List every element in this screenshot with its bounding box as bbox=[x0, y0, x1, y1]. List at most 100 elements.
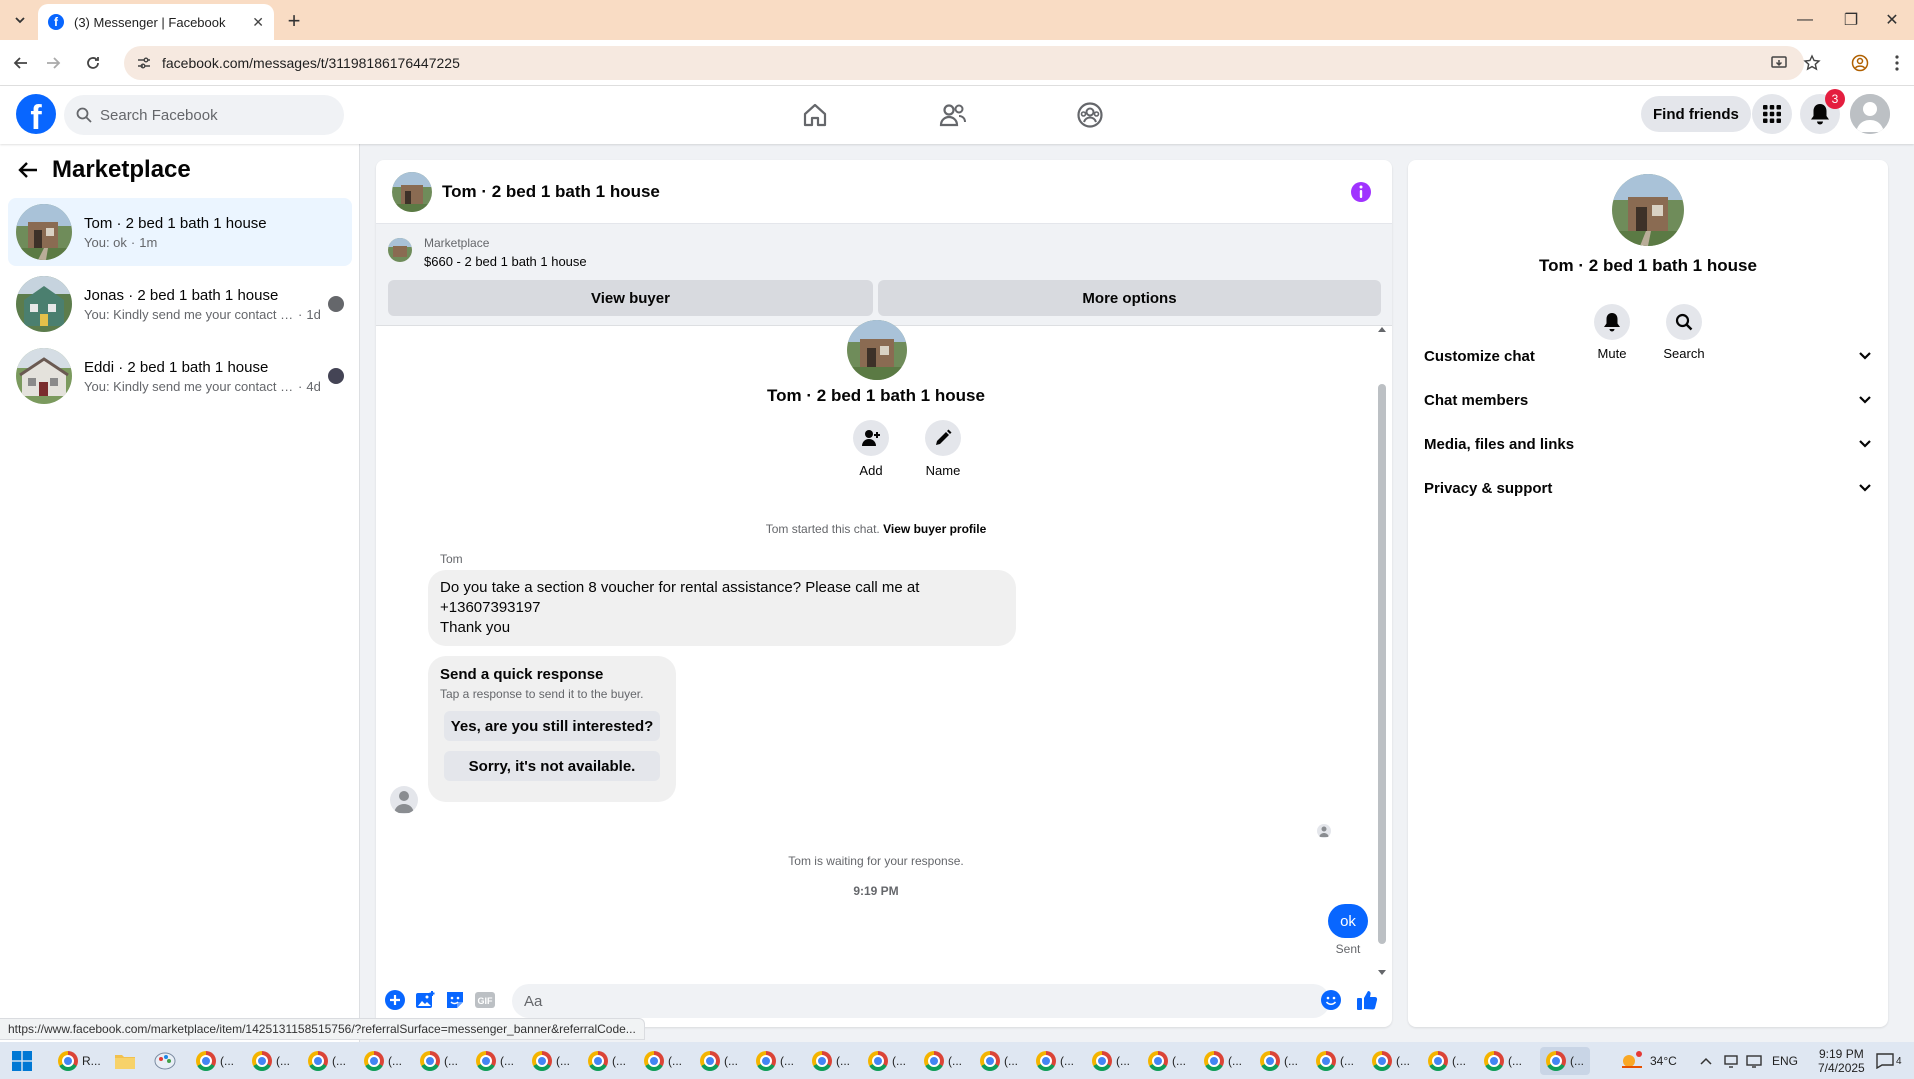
more-options-button[interactable]: More options bbox=[878, 280, 1381, 316]
add-label: Add bbox=[859, 463, 883, 478]
sender-name: Tom bbox=[440, 552, 463, 566]
back-arrow-icon[interactable] bbox=[18, 161, 38, 179]
taskbar-chrome-window[interactable]: (... bbox=[812, 1047, 850, 1075]
clock[interactable]: 9:19 PM 7/4/2025 bbox=[1818, 1047, 1865, 1075]
listing-thumbnail[interactable] bbox=[388, 238, 412, 262]
gif-icon[interactable]: GIF bbox=[474, 989, 496, 1011]
customize-chat-row[interactable]: Customize chat bbox=[1416, 334, 1880, 378]
chat-avatar[interactable] bbox=[392, 171, 432, 212]
back-arrow-icon[interactable] bbox=[8, 50, 34, 76]
taskbar-chrome-window[interactable]: (... bbox=[364, 1047, 402, 1075]
taskbar-chrome-window[interactable]: (... bbox=[588, 1047, 626, 1075]
tab-search-chevron-icon[interactable] bbox=[8, 8, 32, 32]
taskbar-chrome-window[interactable]: (... bbox=[924, 1047, 962, 1075]
privacy-support-row[interactable]: Privacy & support bbox=[1416, 466, 1880, 510]
view-buyer-profile-link[interactable]: View buyer profile bbox=[883, 522, 986, 536]
taskbar-chrome-window[interactable]: (... bbox=[1036, 1047, 1074, 1075]
taskbar-chrome-window[interactable]: (... bbox=[644, 1047, 682, 1075]
home-nav-icon[interactable] bbox=[760, 86, 870, 144]
windows-start-icon[interactable] bbox=[12, 1051, 32, 1071]
plus-circle-icon[interactable] bbox=[384, 989, 406, 1011]
browser-tab-messenger[interactable]: f (3) Messenger | Facebook ✕ bbox=[38, 4, 274, 40]
taskbar-chrome-window[interactable]: (... bbox=[868, 1047, 906, 1075]
language-indicator[interactable]: ENG bbox=[1772, 1047, 1798, 1075]
media-files-links-row[interactable]: Media, files and links bbox=[1416, 422, 1880, 466]
attach-photo-icon[interactable] bbox=[414, 989, 436, 1011]
tray-overflow-chevron-icon[interactable] bbox=[1700, 1047, 1712, 1075]
sender-avatar[interactable] bbox=[390, 786, 418, 814]
facebook-logo-icon[interactable]: f bbox=[16, 94, 56, 134]
taskbar-chrome-window[interactable]: (... bbox=[308, 1047, 346, 1075]
site-info-icon[interactable] bbox=[136, 55, 152, 71]
chat-title[interactable]: Tom · 2 bed 1 bath 1 house bbox=[442, 182, 660, 202]
taskbar-chrome-window[interactable]: (... bbox=[196, 1047, 234, 1075]
account-avatar[interactable] bbox=[1850, 94, 1890, 134]
taskbar-chrome-window[interactable]: (... bbox=[700, 1047, 738, 1075]
address-bar[interactable]: facebook.com/messages/t/3119818617644722… bbox=[124, 46, 1804, 80]
taskbar-chrome-window[interactable]: (... bbox=[1092, 1047, 1130, 1075]
taskbar-chrome-window[interactable]: (... bbox=[252, 1047, 290, 1075]
groups-nav-icon[interactable] bbox=[1035, 86, 1145, 144]
window-close-icon[interactable]: ✕ bbox=[1874, 6, 1910, 34]
search-input[interactable] bbox=[100, 106, 320, 124]
menu-grid-icon[interactable] bbox=[1752, 94, 1792, 134]
emoji-icon[interactable] bbox=[1320, 989, 1342, 1011]
chat-members-row[interactable]: Chat members bbox=[1416, 378, 1880, 422]
weather-widget[interactable]: 34°C bbox=[1620, 1047, 1677, 1075]
taskbar-chrome-window[interactable]: R... bbox=[58, 1047, 101, 1075]
quick-reply-still-interested-button[interactable]: Yes, are you still interested? bbox=[444, 711, 660, 741]
quick-reply-not-available-button[interactable]: Sorry, it's not available. bbox=[444, 751, 660, 781]
taskbar-chrome-window[interactable]: (... bbox=[756, 1047, 794, 1075]
taskbar-chrome-window[interactable]: (... bbox=[1428, 1047, 1466, 1075]
taskbar-paint-app[interactable] bbox=[154, 1047, 176, 1075]
message-input[interactable] bbox=[524, 992, 1284, 1010]
taskbar-chrome-window[interactable]: (... bbox=[1484, 1047, 1522, 1075]
facebook-search[interactable] bbox=[64, 95, 344, 135]
outgoing-message-bubble[interactable]: ok bbox=[1328, 904, 1368, 938]
taskbar-chrome-window[interactable]: (... bbox=[1260, 1047, 1298, 1075]
new-tab-plus-icon[interactable]: + bbox=[282, 8, 306, 33]
taskbar-chrome-window[interactable]: (... bbox=[1372, 1047, 1410, 1075]
network-icon[interactable] bbox=[1746, 1047, 1762, 1075]
conversation-item-eddi[interactable]: Eddi · 2 bed 1 bath 1 house You: Kindly … bbox=[8, 342, 352, 410]
taskbar-chrome-window[interactable]: (... bbox=[1316, 1047, 1354, 1075]
taskbar-chrome-window[interactable]: (... bbox=[980, 1047, 1018, 1075]
profile-avatar[interactable] bbox=[847, 320, 907, 380]
incoming-message-bubble[interactable]: Do you take a section 8 voucher for rent… bbox=[428, 570, 1016, 646]
taskbar-chrome-window[interactable]: (... bbox=[1204, 1047, 1242, 1075]
view-buyer-button[interactable]: View buyer bbox=[388, 280, 873, 316]
listing-title[interactable]: $660 - 2 bed 1 bath 1 house bbox=[424, 254, 587, 269]
edit-name-button[interactable]: Name bbox=[913, 420, 973, 478]
friends-nav-icon[interactable] bbox=[898, 86, 1008, 144]
add-people-button[interactable]: Add bbox=[841, 420, 901, 478]
notification-center-icon[interactable]: 4 bbox=[1876, 1047, 1902, 1075]
conversation-item-jonas[interactable]: Jonas · 2 bed 1 bath 1 house You: Kindly… bbox=[8, 270, 352, 338]
taskbar-chrome-window[interactable]: (... bbox=[532, 1047, 570, 1075]
window-restore-icon[interactable]: ❐ bbox=[1828, 6, 1874, 34]
details-avatar[interactable] bbox=[1612, 174, 1684, 246]
conversation-info-icon[interactable] bbox=[1350, 181, 1372, 203]
taskbar-chrome-window[interactable]: (... bbox=[420, 1047, 458, 1075]
link-status-bar: https://www.facebook.com/marketplace/ite… bbox=[0, 1018, 645, 1040]
thread-scrollbar[interactable] bbox=[1378, 326, 1386, 976]
find-friends-button[interactable]: Find friends bbox=[1641, 96, 1751, 132]
window-minimize-icon[interactable]: — bbox=[1782, 6, 1828, 34]
message-input-box[interactable] bbox=[512, 984, 1330, 1018]
bookmark-star-icon[interactable] bbox=[1801, 52, 1823, 74]
sticker-icon[interactable] bbox=[444, 989, 466, 1011]
taskbar-chrome-window[interactable]: (... bbox=[1148, 1047, 1186, 1075]
install-app-icon[interactable] bbox=[1768, 52, 1790, 74]
browser-menu-kebab-icon[interactable] bbox=[1886, 52, 1908, 74]
taskbar-chrome-window-active[interactable]: (... bbox=[1540, 1047, 1590, 1075]
taskbar-file-explorer[interactable] bbox=[114, 1047, 136, 1075]
profile-icon[interactable] bbox=[1849, 52, 1871, 74]
taskbar-chrome-window[interactable]: (... bbox=[476, 1047, 514, 1075]
conversation-item-tom[interactable]: Tom · 2 bed 1 bath 1 house You: ok · 1m bbox=[8, 198, 352, 266]
reload-icon[interactable] bbox=[80, 50, 106, 76]
tab-close-icon[interactable]: ✕ bbox=[252, 14, 264, 31]
like-thumbs-up-icon[interactable] bbox=[1356, 989, 1378, 1011]
display-icon[interactable] bbox=[1724, 1047, 1738, 1075]
forward-arrow-icon[interactable] bbox=[40, 50, 66, 76]
scrollbar-thumb[interactable] bbox=[1378, 384, 1386, 944]
scroll-up-arrow-icon[interactable] bbox=[1378, 326, 1386, 332]
